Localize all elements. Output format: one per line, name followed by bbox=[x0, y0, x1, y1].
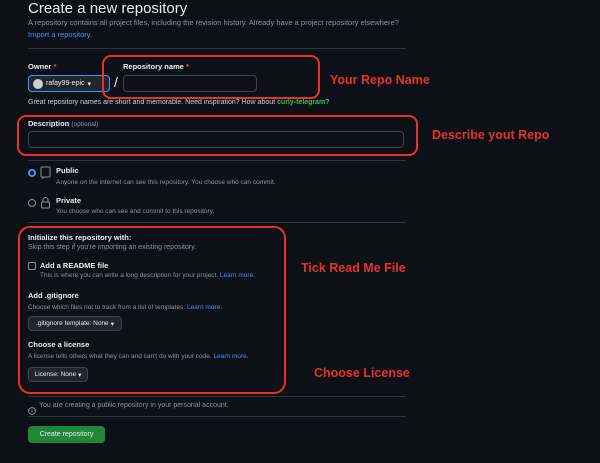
owner-label: Owner * bbox=[28, 62, 57, 71]
divider bbox=[28, 222, 406, 223]
private-description: You choose who can see and commit to thi… bbox=[56, 208, 215, 215]
lock-icon bbox=[40, 196, 51, 209]
divider bbox=[28, 396, 406, 397]
name-suggestion[interactable]: curly-telegram bbox=[277, 99, 325, 106]
public-radio[interactable] bbox=[28, 169, 36, 177]
chevron-down-icon: ▾ bbox=[87, 80, 92, 88]
annotation-box-initialize bbox=[18, 226, 286, 394]
import-repository-link[interactable]: Import a repository. bbox=[28, 30, 92, 39]
private-radio[interactable] bbox=[28, 199, 36, 207]
info-icon bbox=[28, 402, 36, 415]
owner-dropdown[interactable]: rafay99-epic ▾ bbox=[28, 75, 110, 92]
public-notice: You are creating a public repository in … bbox=[39, 402, 229, 409]
owner-value: rafay99-epic bbox=[46, 80, 85, 87]
annotation-box-repo-name bbox=[102, 55, 320, 99]
divider bbox=[28, 48, 406, 49]
public-description: Anyone on the internet can see this repo… bbox=[56, 179, 276, 186]
annotation-description: Describe yout Repo bbox=[432, 128, 550, 142]
public-label: Public bbox=[56, 166, 79, 175]
divider bbox=[28, 160, 406, 161]
divider bbox=[28, 416, 406, 417]
repo-name-hint: Great repository names are short and mem… bbox=[28, 99, 330, 106]
annotation-readme: Tick Read Me File bbox=[301, 261, 406, 275]
annotation-repo-name: Your Repo Name bbox=[330, 73, 430, 87]
page-description: A repository contains all project files,… bbox=[28, 18, 399, 27]
create-repository-button[interactable]: Create repository bbox=[28, 426, 105, 443]
repo-public-icon bbox=[40, 166, 51, 179]
page-title: Create a new repository bbox=[28, 0, 188, 17]
private-label: Private bbox=[56, 196, 82, 205]
annotation-box-description bbox=[17, 115, 418, 156]
avatar bbox=[33, 78, 43, 89]
annotation-license: Choose License bbox=[314, 366, 410, 380]
